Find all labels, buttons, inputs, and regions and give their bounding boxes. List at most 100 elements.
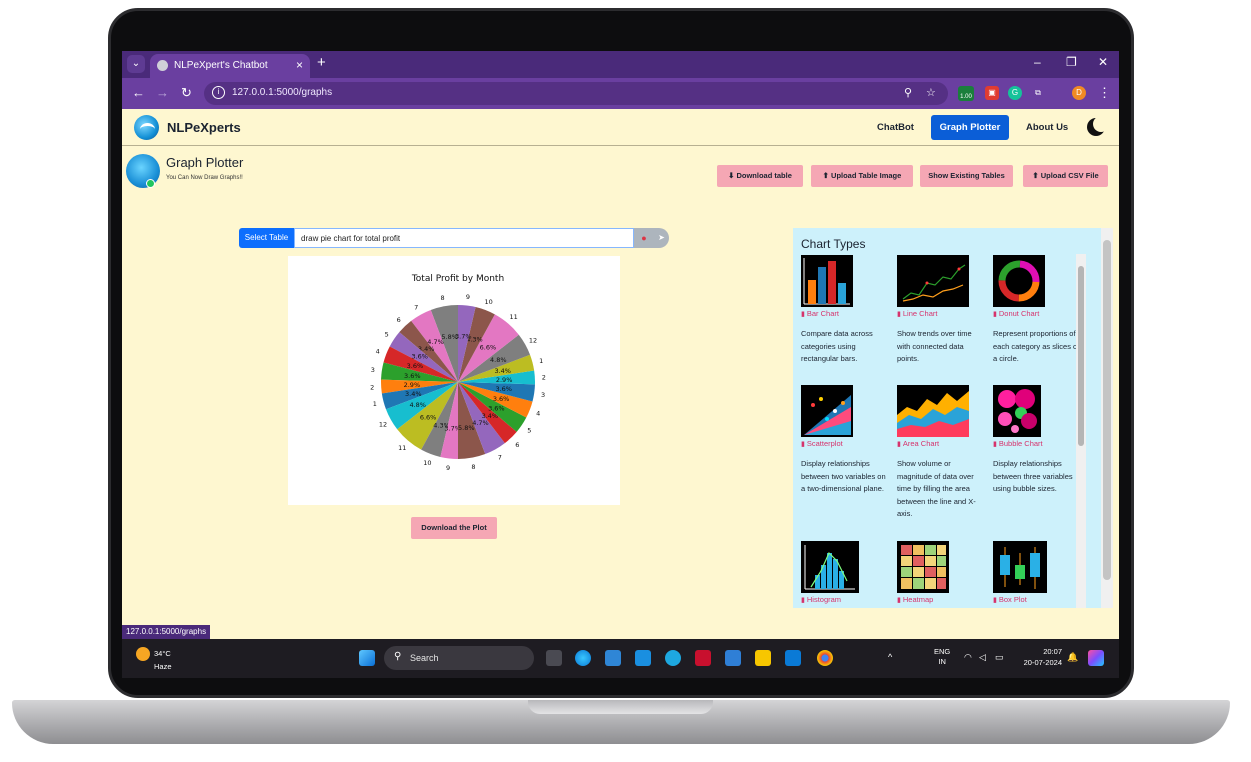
status-url-bubble: 127.0.0.1:5000/graphs [122, 625, 211, 639]
weather-widget[interactable]: 34°C Haze [136, 647, 172, 672]
bubble-chart-thumbnail[interactable] [993, 385, 1041, 437]
area-chart-link[interactable]: Area Chart [897, 439, 939, 448]
line-chart-thumbnail[interactable] [897, 255, 969, 307]
close-window-button[interactable]: ✕ [1098, 55, 1108, 69]
app-icon-2[interactable] [665, 650, 681, 666]
dark-mode-toggle-icon[interactable] [1087, 116, 1109, 136]
slice-label: 10 [423, 459, 431, 467]
upload-table-image-button[interactable]: ⬆ Upload Table Image [811, 165, 913, 187]
app-icon-3[interactable] [725, 650, 741, 666]
upload-csv-button[interactable]: ⬆ Upload CSV File [1023, 165, 1108, 187]
area-chart-thumbnail[interactable] [897, 385, 969, 437]
select-table-button[interactable]: Select Table [239, 228, 294, 248]
clock-date: 20-07-2024 [1023, 658, 1062, 667]
nav-about-us[interactable]: About Us [1026, 122, 1068, 133]
tab-search-button[interactable]: ⌄ [127, 55, 145, 73]
extension-icon[interactable]: ▣ [985, 86, 999, 100]
histogram-link[interactable]: Histogram [801, 595, 841, 604]
app-icon[interactable] [635, 650, 651, 666]
histogram-thumbnail[interactable] [801, 541, 859, 593]
weather-temp: 34°C [154, 648, 171, 658]
nav-graph-plotter[interactable]: Graph Plotter [931, 115, 1009, 140]
battery-icon[interactable]: ▭ [995, 652, 1004, 663]
clock[interactable]: 20:07 20-07-2024 [1018, 646, 1062, 668]
chart-types-title: Chart Types [801, 237, 866, 251]
new-tab-button[interactable]: + [317, 54, 326, 71]
file-explorer-icon[interactable] [755, 650, 771, 666]
chart-types-outer-scrollbar[interactable] [1101, 228, 1113, 608]
bubble-chart-link[interactable]: Bubble Chart [993, 439, 1043, 448]
slice-percent: 4.7% [472, 419, 489, 427]
extension-badge[interactable]: 1.00 [958, 86, 974, 101]
forward-button[interactable]: → [156, 85, 169, 100]
clock-time: 20:07 [1043, 647, 1062, 656]
slice-label: 4 [536, 409, 540, 417]
tray-chevron-icon[interactable]: ^ [888, 652, 892, 662]
browser-menu-icon[interactable]: ⋮ [1098, 85, 1111, 101]
line-chart-link[interactable]: Line Chart [897, 309, 938, 318]
back-button[interactable]: ← [132, 85, 145, 100]
vscode-icon[interactable] [785, 650, 801, 666]
notification-bell-icon[interactable]: 🔔 [1067, 652, 1078, 663]
weather-icon [136, 647, 150, 661]
zoom-icon[interactable]: ⚲ [904, 86, 912, 99]
close-tab-icon[interactable]: × [296, 58, 303, 72]
minimize-button[interactable]: – [1034, 55, 1041, 69]
restore-button[interactable]: ❐ [1066, 55, 1077, 69]
copilot-icon[interactable] [1088, 650, 1104, 666]
slice-label: 8 [440, 294, 444, 302]
reload-button[interactable]: ↻ [181, 85, 192, 101]
donut-chart-link[interactable]: Donut Chart [993, 309, 1039, 318]
box-plot-thumbnail[interactable] [993, 541, 1047, 593]
scatterplot-thumbnail[interactable] [801, 385, 853, 437]
task-view-icon[interactable] [546, 650, 562, 666]
donut-chart-thumbnail[interactable] [993, 255, 1045, 307]
slice-label: 8 [471, 463, 475, 471]
chrome-icon[interactable] [817, 650, 833, 666]
slice-label: 2 [542, 373, 546, 381]
scatterplot-link[interactable]: Scatterplot [801, 439, 843, 448]
box-plot-link[interactable]: Box Plot [993, 595, 1027, 604]
wifi-icon[interactable]: ◠ [964, 652, 972, 663]
tab-active[interactable]: NLPeXpert's Chatbot × [150, 54, 310, 78]
weather-condition: Haze [154, 662, 172, 671]
url-text[interactable]: 127.0.0.1:5000/graphs [232, 87, 332, 98]
slice-percent: 3.4% [494, 367, 511, 375]
edge-icon[interactable] [575, 650, 591, 666]
chart-types-inner-scrollbar[interactable] [1076, 254, 1086, 608]
area-chart-desc: Show volume or magnitude of data over ti… [897, 459, 976, 518]
heatmap-thumbnail[interactable] [897, 541, 949, 593]
bookmark-star-icon[interactable]: ☆ [926, 86, 936, 99]
stage: ⌄ NLPeXpert's Chatbot × + – ❐ ✕ ← → ↻ i … [0, 0, 1251, 762]
language-indicator[interactable]: ENG IN [934, 647, 950, 667]
bar-chart-link[interactable]: Bar Chart [801, 309, 839, 318]
show-existing-tables-button[interactable]: Show Existing Tables [920, 165, 1013, 187]
microphone-icon[interactable]: ● [634, 228, 654, 248]
query-input[interactable]: draw pie chart for total profit [294, 228, 634, 248]
volume-icon[interactable]: ◁ [979, 652, 986, 663]
bar-chart-thumbnail[interactable] [801, 255, 853, 307]
download-plot-button[interactable]: Download the Plot [411, 517, 497, 539]
mcafee-icon[interactable] [695, 650, 711, 666]
grammarly-icon[interactable]: G [1008, 86, 1022, 100]
profile-avatar[interactable]: D [1072, 86, 1086, 100]
nav-chatbot[interactable]: ChatBot [877, 122, 914, 133]
site-info-icon[interactable]: i [212, 86, 225, 99]
send-icon[interactable]: ➤ [654, 228, 669, 248]
download-table-button[interactable]: ⬇ Download table [717, 165, 803, 187]
slice-percent: 4.8% [490, 356, 507, 364]
laptop-notch [528, 700, 713, 714]
slice-label: 12 [529, 336, 537, 344]
omnibox[interactable]: i 127.0.0.1:5000/graphs ⚲ ☆ [204, 82, 948, 105]
extensions-puzzle-icon[interactable]: ⧉ [1031, 86, 1045, 100]
brand-name[interactable]: NLPeXperts [167, 120, 241, 135]
start-windows-icon[interactable] [359, 650, 375, 666]
taskbar-search[interactable]: Search [384, 646, 534, 670]
brand-logo[interactable] [134, 115, 159, 140]
pie-chart: Total Profit by Month 85.8%74.7%63.4%53.… [370, 274, 546, 472]
scatterplot-desc: Display relationships between two variab… [801, 459, 886, 493]
slice-percent: 4.8% [409, 401, 426, 409]
store-icon[interactable] [605, 650, 621, 666]
heatmap-link[interactable]: Heatmap [897, 595, 933, 604]
slice-label: 12 [379, 421, 387, 429]
